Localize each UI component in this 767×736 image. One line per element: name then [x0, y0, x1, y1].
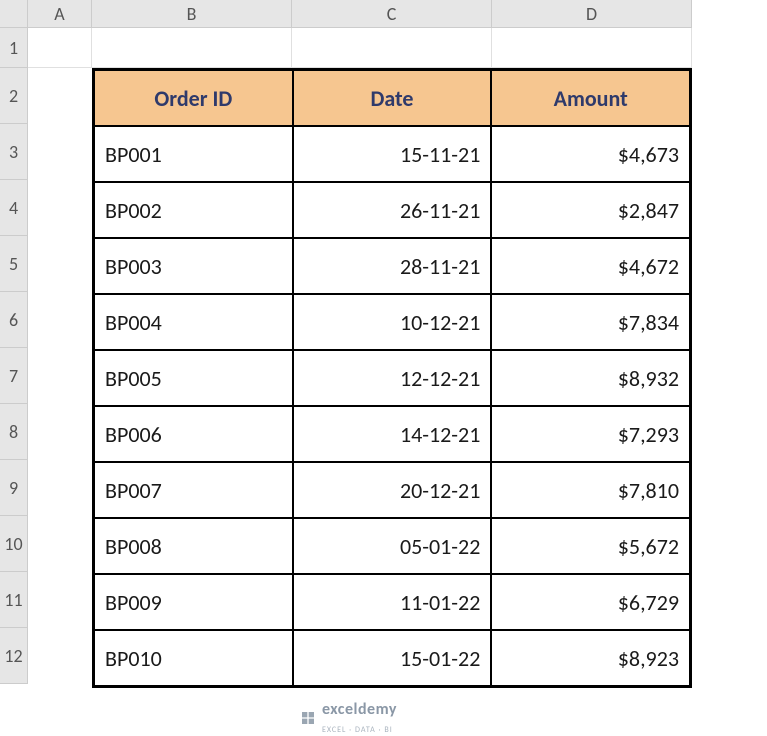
row-header-9[interactable]: 9	[0, 460, 28, 516]
table-row: BP009 11-01-22 $6,729	[94, 574, 690, 630]
cell-order-id[interactable]: BP008	[94, 518, 293, 574]
header-amount[interactable]: Amount	[491, 70, 690, 126]
cell-a1[interactable]	[28, 28, 92, 68]
cell-amount[interactable]: $7,810	[491, 462, 690, 518]
table-row: BP003 28-11-21 $4,672	[94, 238, 690, 294]
col-header-b[interactable]: B	[92, 0, 292, 28]
cell-date[interactable]: 20-12-21	[293, 462, 492, 518]
cell-order-id[interactable]: BP010	[94, 630, 293, 686]
row-header-11[interactable]: 11	[0, 572, 28, 628]
table-row: BP008 05-01-22 $5,672	[94, 518, 690, 574]
table-row: BP006 14-12-21 $7,293	[94, 406, 690, 462]
header-date[interactable]: Date	[293, 70, 492, 126]
cell-date[interactable]: 15-01-22	[293, 630, 492, 686]
table-row: BP002 26-11-21 $2,847	[94, 182, 690, 238]
cell-amount[interactable]: $8,923	[491, 630, 690, 686]
row-header-1[interactable]: 1	[0, 28, 28, 68]
table-row: BP007 20-12-21 $7,810	[94, 462, 690, 518]
table-row: BP004 10-12-21 $7,834	[94, 294, 690, 350]
cell-date[interactable]: 11-01-22	[293, 574, 492, 630]
cell-date[interactable]: 15-11-21	[293, 126, 492, 182]
cell-order-id[interactable]: BP009	[94, 574, 293, 630]
col-header-c[interactable]: C	[292, 0, 492, 28]
cell-order-id[interactable]: BP001	[94, 126, 293, 182]
cell-amount[interactable]: $8,932	[491, 350, 690, 406]
table-header-row: Order ID Date Amount	[94, 70, 690, 126]
select-all-corner[interactable]	[0, 0, 28, 28]
cell-order-id[interactable]: BP002	[94, 182, 293, 238]
row-header-3[interactable]: 3	[0, 124, 28, 180]
grid-area: Order ID Date Amount BP001 15-11-21 $4,6…	[28, 28, 692, 68]
logo-icon	[300, 710, 316, 726]
row-header-7[interactable]: 7	[0, 348, 28, 404]
column-headers: A B C D	[28, 0, 692, 28]
row-header-12[interactable]: 12	[0, 628, 28, 684]
cell-c1[interactable]	[292, 28, 492, 68]
table-row: BP010 15-01-22 $8,923	[94, 630, 690, 686]
row-headers: 1 2 3 4 5 6 7 8 9 10 11 12	[0, 28, 28, 684]
spreadsheet: A B C D 1 2 3 4 5 6 7 8 9 10 11 12 Order…	[0, 0, 767, 731]
cell-order-id[interactable]: BP003	[94, 238, 293, 294]
table-row: BP001 15-11-21 $4,673	[94, 126, 690, 182]
cell-date[interactable]: 28-11-21	[293, 238, 492, 294]
cell-date[interactable]: 14-12-21	[293, 406, 492, 462]
cell-amount[interactable]: $7,834	[491, 294, 690, 350]
row-header-5[interactable]: 5	[0, 236, 28, 292]
watermark-main: exceldemy	[322, 700, 397, 719]
cell-order-id[interactable]: BP007	[94, 462, 293, 518]
data-table: Order ID Date Amount BP001 15-11-21 $4,6…	[92, 68, 692, 688]
cell-b1[interactable]	[92, 28, 292, 68]
cell-amount[interactable]: $2,847	[491, 182, 690, 238]
cell-date[interactable]: 26-11-21	[293, 182, 492, 238]
row-header-2[interactable]: 2	[0, 68, 28, 124]
cell-amount[interactable]: $6,729	[491, 574, 690, 630]
watermark-sub: EXCEL · DATA · BI	[322, 725, 393, 735]
cell-d1[interactable]	[492, 28, 692, 68]
cell-amount[interactable]: $5,672	[491, 518, 690, 574]
row-header-8[interactable]: 8	[0, 404, 28, 460]
row-header-6[interactable]: 6	[0, 292, 28, 348]
cell-amount[interactable]: $4,672	[491, 238, 690, 294]
cell-order-id[interactable]: BP004	[94, 294, 293, 350]
cell-order-id[interactable]: BP006	[94, 406, 293, 462]
table-row: BP005 12-12-21 $8,932	[94, 350, 690, 406]
cell-date[interactable]: 12-12-21	[293, 350, 492, 406]
col-header-a[interactable]: A	[28, 0, 92, 28]
row-header-10[interactable]: 10	[0, 516, 28, 572]
col-header-d[interactable]: D	[492, 0, 692, 28]
row-header-4[interactable]: 4	[0, 180, 28, 236]
cell-amount[interactable]: $7,293	[491, 406, 690, 462]
cell-order-id[interactable]: BP005	[94, 350, 293, 406]
cell-amount[interactable]: $4,673	[491, 126, 690, 182]
cell-date[interactable]: 05-01-22	[293, 518, 492, 574]
cell-date[interactable]: 10-12-21	[293, 294, 492, 350]
header-order-id[interactable]: Order ID	[94, 70, 293, 126]
